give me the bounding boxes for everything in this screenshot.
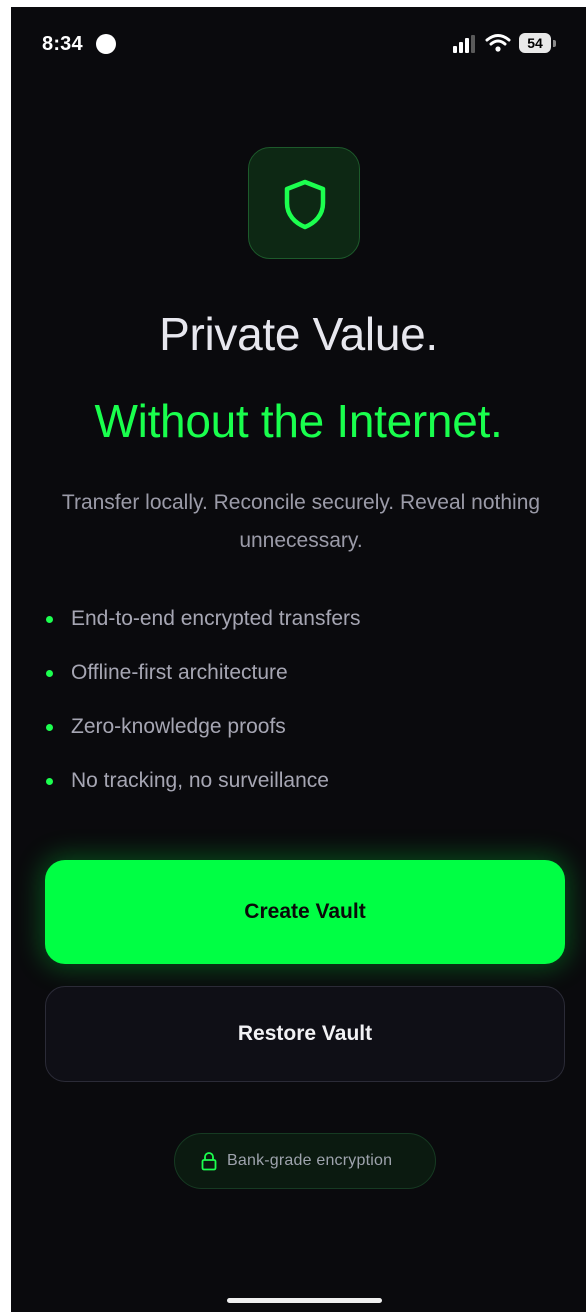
status-time: 8:34 [42,33,83,55]
battery-level: 54 [519,33,551,53]
home-indicator[interactable] [227,1298,382,1303]
status-bar: 8:34 54 [11,7,586,79]
page-subtitle: Without the Internet. [94,395,503,447]
battery-cap [553,40,556,47]
shield-icon [284,179,326,230]
recording-indicator-icon [96,34,116,54]
feature-item: No tracking, no surveillance [45,765,565,819]
badge-label: Bank-grade encryption [227,1152,393,1169]
create-vault-button[interactable]: Create Vault [45,860,565,964]
wifi-icon [485,34,511,52]
bullet-icon [46,616,53,623]
feature-item: Zero-knowledge proofs [45,711,565,765]
feature-list: End-to-end encrypted transfers Offline-f… [45,603,565,819]
bullet-icon [46,670,53,677]
feature-label: No tracking, no surveillance [71,769,329,792]
feature-label: Zero-knowledge proofs [71,715,286,738]
feature-item: Offline-first architecture [45,657,565,711]
bullet-icon [46,778,53,785]
page-title: Private Value. [159,308,438,360]
security-badge: Bank-grade encryption [174,1133,436,1189]
feature-item: End-to-end encrypted transfers [45,603,565,657]
restore-vault-button[interactable]: Restore Vault [45,986,565,1082]
lock-icon [201,1152,217,1171]
cellular-signal-icon [453,35,475,53]
bullet-icon [46,724,53,731]
app-logo [248,147,360,259]
battery-icon: 54 [519,33,556,53]
feature-label: Offline-first architecture [71,661,288,684]
onboarding-screen: 8:34 54 Private Value. Without the Inter… [11,7,586,1312]
feature-label: End-to-end encrypted transfers [71,607,361,630]
tagline: Transfer locally. Reconcile securely. Re… [61,491,541,552]
